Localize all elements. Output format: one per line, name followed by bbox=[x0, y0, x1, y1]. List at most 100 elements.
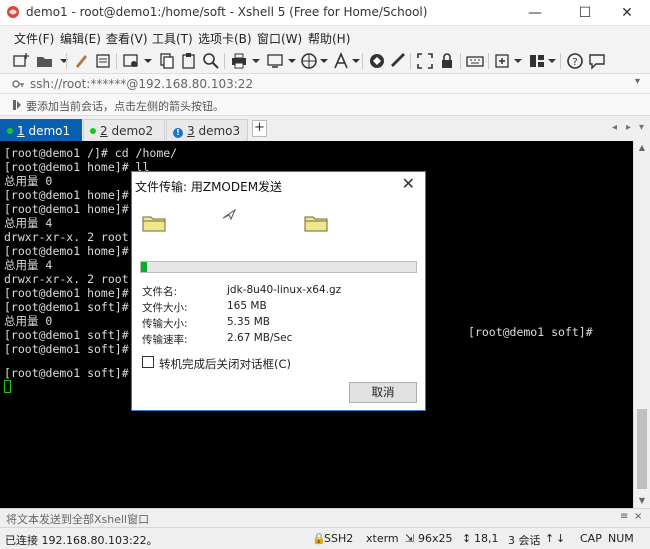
open-folder-icon[interactable] bbox=[36, 52, 54, 70]
protocol-status: SSH2 bbox=[324, 532, 354, 545]
menu-help[interactable]: 帮助(H) bbox=[308, 30, 350, 47]
file-name-label: 文件名: bbox=[142, 286, 178, 298]
menu-file[interactable]: 文件(F) bbox=[14, 30, 54, 47]
num-lock-status: NUM bbox=[608, 532, 634, 545]
find-icon[interactable] bbox=[202, 52, 220, 70]
file-name-value: jdk-8u40-linux-x64.gz bbox=[227, 284, 342, 296]
destination-folder-icon bbox=[304, 216, 328, 232]
cursor-icon: ↕ bbox=[462, 532, 472, 545]
session-address: ssh://root:******@192.168.80.103:22 bbox=[30, 77, 254, 91]
tab-demo3[interactable]: ! 3 demo3 bbox=[166, 119, 248, 141]
properties-icon[interactable] bbox=[94, 52, 112, 70]
close-on-complete-label[interactable]: 转机完成后关闭对话框(C) bbox=[159, 356, 291, 372]
dialog-close-button[interactable]: ✕ bbox=[402, 174, 415, 193]
tab-scroll-left-icon[interactable]: ◂ bbox=[612, 122, 617, 133]
paint-brush-icon[interactable] bbox=[72, 52, 90, 70]
tab-scroll-right-icon[interactable]: ▸ bbox=[626, 122, 631, 133]
cancel-button[interactable]: 取消 bbox=[349, 382, 417, 403]
dialog-title: 文件传输: 用ZMODEM发送 bbox=[135, 180, 283, 194]
status-bar: 已连接 192.168.80.103:22。 🔒 SSH2 xterm ⇲ 96… bbox=[0, 527, 650, 549]
file-size-value: 165 MB bbox=[227, 300, 267, 312]
scrollbar-thumb[interactable] bbox=[637, 409, 647, 489]
tab-number: 3 bbox=[187, 124, 195, 138]
zmodem-transfer-dialog: 文件传输: 用ZMODEM发送 ✕ 文件名: 文件大小: 传输大小: 传输速率:… bbox=[131, 171, 426, 411]
transfer-progress-bar bbox=[140, 261, 417, 273]
file-size-label: 文件大小: bbox=[142, 302, 188, 314]
chat-icon[interactable] bbox=[588, 52, 606, 70]
address-dropdown-icon[interactable]: ▾ bbox=[635, 76, 640, 87]
tab-demo1[interactable]: 1 demo1 bbox=[0, 119, 82, 141]
transfer-icon[interactable] bbox=[266, 52, 284, 70]
tab-list-icon[interactable]: ▾ bbox=[639, 122, 644, 133]
toolbar-divider bbox=[488, 53, 489, 69]
terminal-scrollbar[interactable]: ▲ ▼ bbox=[633, 141, 650, 508]
terminal-line: [root@demo1 soft]# l bbox=[4, 300, 143, 314]
terminal-line: [root@demo1 soft]# r bbox=[4, 342, 143, 356]
terminal-line: drwxr-xr-x. 2 root r bbox=[4, 272, 143, 286]
send-to-all-bar[interactable]: 将文本发送到全部Xshell窗口 ≡ × bbox=[0, 508, 650, 527]
scroll-down-icon[interactable]: ▼ bbox=[634, 494, 650, 508]
progress-fill bbox=[141, 262, 147, 272]
settings-icon[interactable] bbox=[122, 52, 140, 70]
caps-lock-status: CAP bbox=[580, 532, 602, 545]
menu-tools[interactable]: 工具(T) bbox=[152, 30, 193, 47]
paste-icon[interactable] bbox=[180, 52, 198, 70]
globe-icon[interactable] bbox=[300, 52, 318, 70]
add-tab-icon[interactable] bbox=[494, 52, 512, 70]
toolbar-divider bbox=[224, 53, 225, 69]
terminal-line: [root@demo1 /]# cd /home/ bbox=[4, 146, 178, 160]
tab-number: 1 bbox=[17, 124, 25, 138]
toolbar: ? bbox=[0, 48, 650, 74]
font-icon[interactable] bbox=[332, 52, 350, 70]
send-bar-menu-icon[interactable]: ≡ bbox=[620, 511, 628, 522]
svg-text:?: ? bbox=[572, 57, 577, 68]
status-dot-icon bbox=[7, 128, 13, 134]
new-session-icon[interactable] bbox=[12, 52, 30, 70]
fullscreen-icon[interactable] bbox=[416, 52, 434, 70]
tab-demo2[interactable]: 2 demo2 bbox=[83, 119, 165, 141]
size-icon: ⇲ bbox=[405, 532, 415, 545]
send-to-all-input[interactable]: 将文本发送到全部Xshell窗口 bbox=[6, 511, 149, 527]
terminal-line: 总用量 0 bbox=[4, 174, 53, 188]
keyboard-icon[interactable] bbox=[466, 52, 484, 70]
help-icon[interactable]: ? bbox=[566, 52, 584, 70]
terminal-line: [root@demo1 home]# m bbox=[4, 188, 143, 202]
tab-label: demo2 bbox=[111, 124, 154, 138]
close-window-button[interactable]: ✕ bbox=[604, 0, 650, 26]
print-icon[interactable] bbox=[230, 52, 248, 70]
toolbar-divider bbox=[362, 53, 363, 69]
tab-number: 2 bbox=[100, 124, 108, 138]
send-bar-close-icon[interactable]: × bbox=[634, 511, 642, 522]
lock-icon[interactable] bbox=[438, 52, 456, 70]
info-icon: ! bbox=[173, 128, 183, 138]
bookmark-icon[interactable] bbox=[12, 99, 22, 111]
tab-bar: 1 demo1 2 demo2 ! 3 demo3 + ◂ ▸ ▾ bbox=[0, 116, 650, 141]
transfer-rate-label: 传输速率: bbox=[142, 334, 188, 346]
source-folder-icon bbox=[142, 216, 166, 232]
dropdown-arrow-icon[interactable] bbox=[350, 52, 368, 70]
xftp-icon[interactable] bbox=[368, 52, 386, 70]
cursor-position-status: 18,1 bbox=[474, 532, 499, 545]
toolbar-divider bbox=[116, 53, 117, 69]
maximize-button[interactable]: ☐ bbox=[562, 0, 608, 26]
transferred-size-value: 5.35 MB bbox=[227, 316, 270, 328]
menu-view[interactable]: 查看(V) bbox=[106, 30, 148, 47]
download-arrow-icon: ↓ bbox=[556, 532, 566, 545]
menu-edit[interactable]: 编辑(E) bbox=[60, 30, 101, 47]
menu-tabs[interactable]: 选项卡(B) bbox=[198, 30, 252, 47]
terminal-cursor bbox=[4, 380, 11, 393]
layout-icon[interactable] bbox=[528, 52, 546, 70]
scroll-up-icon[interactable]: ▲ bbox=[634, 141, 650, 155]
dropdown-arrow-icon[interactable] bbox=[546, 52, 564, 70]
toolbar-divider bbox=[460, 53, 461, 69]
address-bar[interactable]: ssh://root:******@192.168.80.103:22 ▾ bbox=[0, 74, 650, 94]
minimize-button[interactable]: — bbox=[512, 0, 558, 26]
session-hint-bar: 要添加当前会话，点击左侧的箭头按钮。 bbox=[0, 94, 650, 116]
menu-bar: 文件(F) 编辑(E) 查看(V) 工具(T) 选项卡(B) 窗口(W) 帮助(… bbox=[0, 26, 650, 48]
menu-window[interactable]: 窗口(W) bbox=[257, 30, 302, 47]
copy-icon[interactable] bbox=[158, 52, 176, 70]
close-on-complete-checkbox[interactable] bbox=[142, 356, 154, 368]
window-title: demo1 - root@demo1:/home/soft - Xshell 5… bbox=[26, 5, 428, 19]
script-icon[interactable] bbox=[390, 52, 408, 70]
new-tab-button[interactable]: + bbox=[252, 120, 267, 137]
